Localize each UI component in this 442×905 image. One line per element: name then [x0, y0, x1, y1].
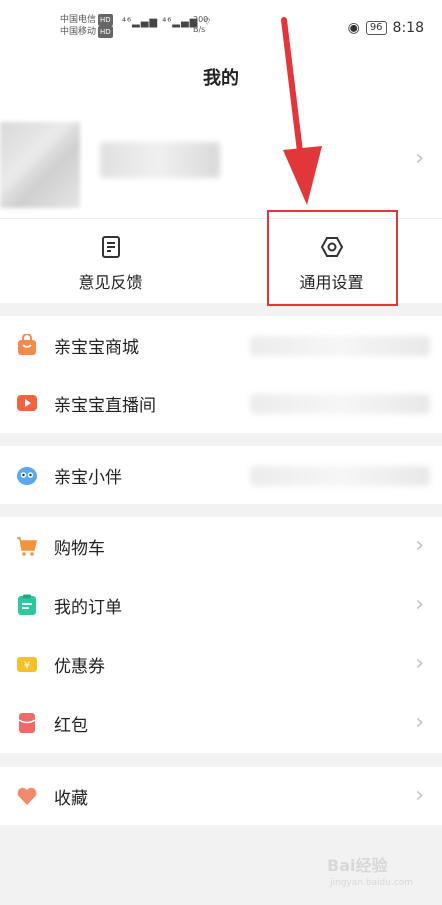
- list-item-label: 我的订单: [54, 598, 122, 618]
- chevron-right-icon: ›: [415, 783, 424, 808]
- avatar[interactable]: [0, 122, 80, 208]
- list-item-companion[interactable]: 亲宝小伴: [0, 446, 442, 504]
- battery-icon: 96: [365, 21, 387, 35]
- watermark-url: jingyan.baidu.com: [330, 878, 414, 888]
- play-icon: [17, 395, 37, 411]
- blurred-content: [250, 336, 430, 356]
- cart-icon: [17, 537, 37, 556]
- feedback-button[interactable]: 意见反馈: [0, 219, 221, 303]
- hd-badge: HD: [98, 26, 113, 38]
- list-item-orders[interactable]: 我的订单 ›: [0, 576, 442, 634]
- chevron-right-icon: ›: [415, 710, 424, 735]
- chevron-right-icon: ›: [415, 533, 424, 558]
- blurred-content: [250, 394, 430, 414]
- chevron-right-icon: ›: [415, 146, 424, 171]
- carrier-2: 中国移动: [60, 27, 97, 37]
- section-companion: 亲宝小伴: [0, 446, 442, 504]
- list-item-red-packet[interactable]: 红包 ›: [0, 694, 442, 752]
- list-item-label: 亲宝宝商城: [54, 338, 139, 358]
- status-right: ◉ 96 8:18: [348, 20, 424, 36]
- eye-icon: ◉: [347, 20, 360, 36]
- heart-icon: [17, 787, 37, 805]
- page-title: 我的: [203, 68, 239, 89]
- coupon-icon: ¥: [17, 657, 37, 672]
- network-speed: 200 B/s: [193, 15, 208, 35]
- list-item-coupons[interactable]: ¥ 优惠券 ›: [0, 635, 442, 693]
- list-item-favorites[interactable]: 收藏 ›: [0, 767, 442, 825]
- header: 我的: [0, 46, 442, 106]
- hd-badge: HD: [98, 14, 113, 26]
- chevron-right-icon: ›: [415, 651, 424, 676]
- highlight-box: [267, 210, 398, 306]
- section-favorites: 收藏 ›: [0, 767, 442, 825]
- watermark-logo: Bai经验: [327, 856, 388, 875]
- list-item-cart[interactable]: 购物车 ›: [0, 517, 442, 575]
- speed-unit: B/s: [193, 25, 206, 34]
- list-item-mall[interactable]: 亲宝宝商城: [0, 316, 442, 374]
- red-packet-icon: [18, 713, 36, 733]
- list-item-label: 红包: [54, 716, 88, 736]
- carrier-1: 中国电信: [60, 15, 97, 25]
- owl-icon: [17, 467, 37, 485]
- list-item-label: 优惠券: [54, 657, 105, 677]
- list-item-label: 亲宝小伴: [54, 468, 122, 488]
- section-orders: 购物车 › 我的订单 › ¥ 优惠券 › 红包 ›: [0, 517, 442, 753]
- profile-card[interactable]: ›: [0, 106, 442, 218]
- list-item-label: 购物车: [54, 539, 105, 559]
- chevron-right-icon: ›: [415, 592, 424, 617]
- list-item-live[interactable]: 亲宝宝直播间: [0, 374, 442, 432]
- carrier-info: 中国电信 HD 中国移动 HD: [60, 14, 113, 38]
- section-mall: 亲宝宝商城 亲宝宝直播间: [0, 316, 442, 433]
- svg-text:¥: ¥: [24, 661, 30, 672]
- order-icon: [18, 594, 36, 615]
- feedback-label: 意见反馈: [78, 273, 143, 292]
- status-bar: 中国电信 HD 中国移动 HD ⁴⁶▂▄▆ ⁴⁶▂▄▆ ⌔ 200 B/s ◉ 96…: [0, 0, 442, 46]
- blurred-content: [250, 466, 430, 486]
- clock: 8:18: [392, 20, 424, 36]
- list-item-label: 收藏: [54, 789, 88, 809]
- profile-name: [100, 142, 220, 178]
- feedback-icon: [101, 236, 120, 258]
- shopping-bag-icon: [18, 334, 36, 355]
- list-item-label: 亲宝宝直播间: [54, 396, 156, 416]
- speed-value: 200: [193, 15, 209, 24]
